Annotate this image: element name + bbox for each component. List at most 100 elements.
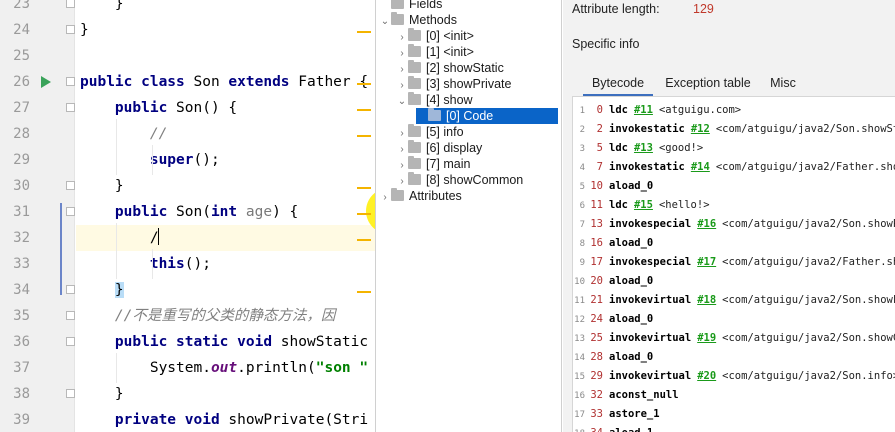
tree-item[interactable]: › [7] main <box>396 156 470 172</box>
bytecode-row[interactable]: 15 29 invokevirtual #20 <com/atguigu/java2/S… <box>573 367 895 386</box>
chevron-down-icon[interactable]: ⌄ <box>379 14 391 30</box>
code-line[interactable]: } <box>80 17 89 43</box>
bytecode-offset: 2 <box>596 123 603 135</box>
bytecode-row[interactable]: 18 34 aload_1 <box>573 424 653 432</box>
fold-icon[interactable] <box>66 77 75 86</box>
bytecode-argument: <com/atguigu/java2/Son.showFi <box>722 294 895 306</box>
bytecode-argument: <com/atguigu/java2/Son.info> <box>722 370 895 382</box>
constant-pool-link[interactable]: #14 <box>691 161 710 173</box>
fold-icon[interactable] <box>66 285 75 294</box>
tree-item-selected[interactable]: [0] Code <box>416 108 558 124</box>
bytecode-row[interactable]: 7 13 invokespecial #16 <com/atguigu/java2/So… <box>573 215 895 234</box>
fold-icon[interactable] <box>66 25 75 34</box>
code-token: ) { <box>272 204 299 220</box>
bytecode-row[interactable]: 3 5 ldc #13 <good!> <box>573 139 704 158</box>
fold-icon[interactable] <box>66 103 75 112</box>
gutter-line: 27 <box>0 95 75 121</box>
constant-pool-link[interactable]: #17 <box>697 256 716 268</box>
code-area[interactable]: }} public class Son extends Father { publ… <box>76 0 375 432</box>
tree-item[interactable]: › [5] info <box>396 124 464 140</box>
bytecode-row[interactable]: 12 24 aload_0 <box>573 310 653 329</box>
constant-pool-link[interactable]: #18 <box>697 294 716 306</box>
fold-icon[interactable] <box>66 389 75 398</box>
bytecode-row[interactable]: 16 32 aconst_null <box>573 386 678 405</box>
bytecode-offset: 33 <box>590 408 603 420</box>
code-token: Son( <box>176 204 211 220</box>
bytecode-row[interactable]: 8 16 aload_0 <box>573 234 654 253</box>
bytecode-offset: 11 <box>590 199 603 211</box>
bytecode-row[interactable]: 14 28 aload_0 <box>573 348 653 367</box>
run-gutter-icon[interactable] <box>41 76 51 88</box>
bytecode-table[interactable]: 1 0 ldc #11 <atguigu.com> 2 2 invokestatic #12 <c… <box>572 96 895 432</box>
tree-item[interactable]: › [8] showCommon <box>396 172 523 188</box>
code-line[interactable]: public class Son extends Father { <box>80 69 368 95</box>
fold-icon[interactable] <box>66 181 75 190</box>
code-line[interactable]: private void showPrivate(Stri <box>80 407 368 432</box>
bytecode-row[interactable]: 5 10 aload_0 <box>573 177 654 196</box>
code-token: public <box>114 100 177 116</box>
tree-item[interactable]: ⌄ Methods <box>379 12 457 28</box>
bytecode-argument: <com/atguigu/java2/Son.showCo <box>722 332 895 344</box>
code-line[interactable]: super(); <box>80 147 220 173</box>
bytecode-row[interactable]: 4 7 invokestatic #14 <com/atguigu/java2/Fath… <box>573 158 895 177</box>
code-editor[interactable]: 23 24 25 26 27 28 29 30 31 32 33 34 35 36 37 38 39 }} pub… <box>0 0 375 432</box>
indent-guide <box>152 145 153 175</box>
fold-icon[interactable] <box>66 207 75 216</box>
bytecode-row[interactable]: 13 25 invokevirtual #19 <com/atguigu/java2/S… <box>573 329 895 348</box>
tab-misc[interactable]: Misc <box>763 70 803 96</box>
code-line[interactable]: } <box>80 381 124 407</box>
code-token: } <box>114 282 124 298</box>
fold-icon[interactable] <box>66 337 75 346</box>
code-line[interactable]: System.out.println("son " <box>80 355 368 381</box>
tab-bytecode[interactable]: Bytecode <box>583 70 653 96</box>
code-line[interactable]: } <box>80 173 124 199</box>
class-structure-tree[interactable]: Fields ⌄ Methods › [0] <init> › [1] <init> › [2]… <box>375 0 562 432</box>
tree-item[interactable]: › Attributes <box>379 188 462 204</box>
constant-pool-link[interactable]: #20 <box>697 370 716 382</box>
bytecode-index: 9 <box>579 258 585 268</box>
bytecode-row[interactable]: 2 2 invokestatic #12 <com/atguigu/java2/Son.… <box>573 120 895 139</box>
code-token: (); <box>184 256 211 272</box>
tree-item[interactable]: › [6] display <box>396 140 482 156</box>
bytecode-row[interactable]: 10 20 aload_0 <box>573 272 653 291</box>
tree-item[interactable]: › [3] showPrivate <box>396 76 511 92</box>
line-number: 37 <box>13 360 30 376</box>
change-marker <box>357 291 371 293</box>
tree-item[interactable]: ⌄ [4] show <box>396 92 473 108</box>
tree-item[interactable]: Fields <box>379 0 442 12</box>
tree-item[interactable]: › [2] showStatic <box>396 60 504 76</box>
bytecode-row[interactable]: 17 33 astore_1 <box>573 405 659 424</box>
code-line[interactable]: //不是重写的父类的静态方法，因 <box>80 303 335 329</box>
constant-pool-link[interactable]: #15 <box>634 199 653 211</box>
gutter-line: 23 <box>0 0 75 17</box>
code-line[interactable]: public Son(int age) { <box>80 199 298 225</box>
code-line[interactable]: this(); <box>80 251 211 277</box>
constant-pool-link[interactable]: #19 <box>697 332 716 344</box>
constant-pool-link[interactable]: #11 <box>634 104 653 116</box>
code-line[interactable]: } <box>80 277 124 303</box>
bytecode-row[interactable]: 1 0 ldc #11 <atguigu.com> <box>573 101 742 120</box>
gutter-line: 28 <box>0 121 75 147</box>
line-number: 25 <box>13 48 30 64</box>
fold-icon[interactable] <box>66 311 75 320</box>
code-line[interactable]: // <box>80 121 167 147</box>
fold-icon[interactable] <box>66 0 75 8</box>
code-line[interactable]: public static void showStatic <box>80 329 368 355</box>
tab-exception-table[interactable]: Exception table <box>663 70 753 96</box>
constant-pool-link[interactable]: #12 <box>691 123 710 135</box>
bytecode-row[interactable]: 11 21 invokevirtual #18 <com/atguigu/java2/S… <box>573 291 895 310</box>
tree-item[interactable]: › [0] <init> <box>396 28 474 44</box>
current-code-line[interactable]: / <box>76 225 375 251</box>
code-line[interactable]: } <box>80 0 124 17</box>
bytecode-row[interactable]: 6 11 ldc #15 <hello!> <box>573 196 710 215</box>
chevron-down-icon[interactable]: ⌄ <box>396 94 408 110</box>
line-number: 23 <box>13 0 30 12</box>
chevron-right-icon[interactable]: › <box>379 190 391 206</box>
bytecode-opcode: invokevirtual <box>609 332 692 344</box>
constant-pool-link[interactable]: #13 <box>634 142 653 154</box>
constant-pool-link[interactable]: #16 <box>697 218 716 230</box>
tree-item[interactable]: › [1] <init> <box>396 44 474 60</box>
code-line[interactable]: public Son() { <box>80 95 237 121</box>
bytecode-row[interactable]: 9 17 invokespecial #17 <com/atguigu/java2/Fa… <box>573 253 895 272</box>
